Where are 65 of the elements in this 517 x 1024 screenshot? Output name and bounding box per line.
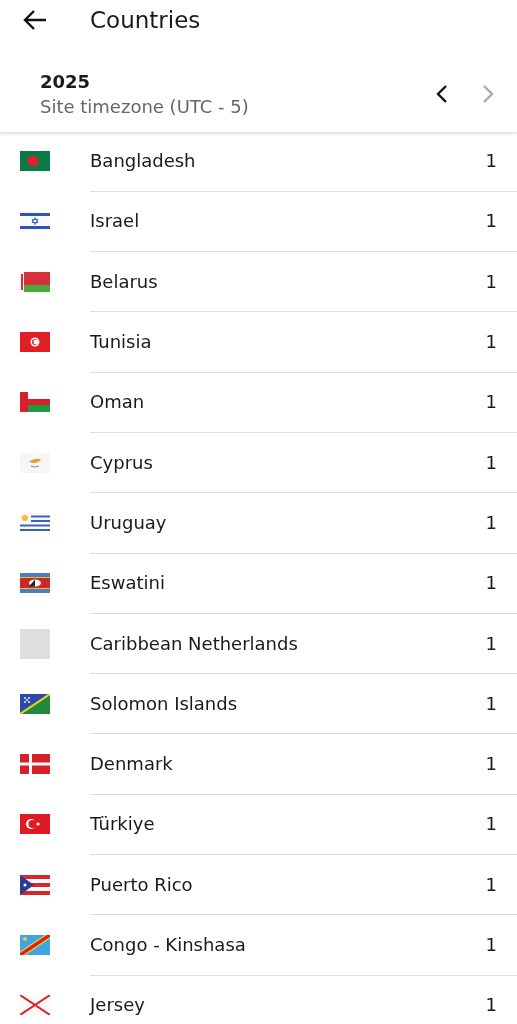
previous-button[interactable] <box>435 83 449 105</box>
flag-icon <box>20 693 50 714</box>
country-count: 1 <box>485 451 497 473</box>
country-count: 1 <box>485 632 497 654</box>
country-count: 1 <box>485 994 497 1016</box>
country-name: Belarus <box>90 270 158 292</box>
flag-icon <box>20 452 50 473</box>
flag-icon <box>20 874 50 895</box>
country-name: Bangladesh <box>90 150 196 172</box>
country-row[interactable]: Puerto Rico 1 <box>0 854 517 915</box>
year-label: 2025 <box>40 71 92 92</box>
country-count: 1 <box>485 210 497 232</box>
country-count: 1 <box>485 572 497 594</box>
country-name: Cyprus <box>90 451 153 473</box>
country-name: Eswatini <box>90 572 165 594</box>
country-count: 1 <box>485 813 497 835</box>
flag-icon <box>20 995 50 1016</box>
country-name: Caribbean Netherlands <box>90 632 298 654</box>
timezone-label: Site timezone (UTC - 5) <box>40 96 249 117</box>
flag-icon <box>20 271 50 292</box>
country-row[interactable]: Israel 1 <box>0 191 517 252</box>
flag-icon <box>20 814 50 835</box>
back-button[interactable] <box>22 9 48 31</box>
country-name: Türkiye <box>90 813 155 835</box>
country-name: Congo - Kinshasa <box>90 934 246 955</box>
country-row[interactable]: Caribbean Netherlands 1 <box>0 613 517 674</box>
country-count: 1 <box>485 753 497 775</box>
country-row[interactable]: Eswatini 1 <box>0 553 517 614</box>
screen-title: Countries <box>90 7 201 33</box>
flag-icon <box>20 211 50 232</box>
country-name: Tunisia <box>90 331 152 353</box>
country-row[interactable]: Cyprus 1 <box>0 432 517 493</box>
country-name: Jersey <box>90 994 145 1016</box>
country-count: 1 <box>485 270 497 292</box>
country-row[interactable]: Oman 1 <box>0 372 517 433</box>
country-name: Puerto Rico <box>90 873 193 895</box>
country-name: Denmark <box>90 753 173 775</box>
country-row[interactable]: Uruguay 1 <box>0 492 517 554</box>
country-name: Oman <box>90 391 145 413</box>
country-row[interactable]: Türkiye 1 <box>0 794 517 855</box>
country-row[interactable]: Tunisia 1 <box>0 311 517 373</box>
flag-icon <box>20 512 50 533</box>
flag-icon <box>20 392 50 413</box>
flag-icon <box>20 151 50 172</box>
country-count: 1 <box>485 692 497 714</box>
country-count: 1 <box>485 150 497 172</box>
country-count: 1 <box>485 934 497 955</box>
country-row[interactable]: Congo - Kinshasa 1 <box>0 914 517 976</box>
flag-icon <box>20 935 50 955</box>
flag-icon <box>20 573 50 594</box>
flag-icon <box>20 754 50 775</box>
country-row[interactable]: Solomon Islands 1 <box>0 673 517 734</box>
country-count: 1 <box>485 511 497 533</box>
country-count: 1 <box>485 873 497 895</box>
flag-icon <box>20 332 50 353</box>
country-name: Solomon Islands <box>90 692 238 714</box>
flag-placeholder <box>20 628 50 659</box>
country-row[interactable]: Denmark 1 <box>0 733 517 795</box>
country-row[interactable]: Jersey 1 <box>0 975 517 1024</box>
country-row[interactable]: Bangladesh 1 <box>0 131 517 192</box>
country-name: Israel <box>90 210 140 232</box>
country-count: 1 <box>485 331 497 353</box>
country-row[interactable]: Belarus 1 <box>0 251 517 312</box>
country-count: 1 <box>485 391 497 413</box>
country-name: Uruguay <box>90 511 167 533</box>
